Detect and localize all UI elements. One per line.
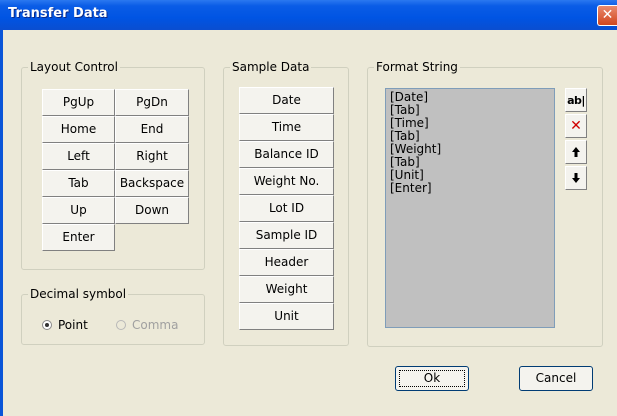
format-string-legend: Format String bbox=[376, 60, 458, 74]
weight-no-button[interactable]: Weight No. bbox=[239, 168, 334, 195]
unit-button[interactable]: Unit bbox=[239, 303, 334, 330]
move-up-button[interactable] bbox=[565, 140, 587, 164]
format-line[interactable]: [Enter] bbox=[390, 182, 550, 195]
decimal-symbol-legend: Decimal symbol bbox=[30, 287, 127, 301]
ab-text-icon: ab| bbox=[567, 93, 585, 107]
header-button[interactable]: Header bbox=[239, 249, 334, 276]
delete-x-icon: ✕ bbox=[570, 118, 582, 134]
left-button[interactable]: Left bbox=[42, 143, 115, 170]
comma-radio-label: Comma bbox=[132, 318, 179, 332]
delete-button[interactable]: ✕ bbox=[565, 114, 587, 138]
pgup-button[interactable]: PgUp bbox=[42, 89, 115, 116]
cancel-button[interactable]: Cancel bbox=[519, 366, 593, 391]
insert-text-button[interactable]: ab| bbox=[565, 88, 587, 112]
sample-data-legend: Sample Data bbox=[232, 60, 310, 74]
up-button[interactable]: Up bbox=[42, 197, 115, 224]
lot-id-button[interactable]: Lot ID bbox=[239, 195, 334, 222]
right-button[interactable]: Right bbox=[115, 143, 189, 170]
dialog-client: Layout Control PgUp PgDn Home End Left R… bbox=[3, 30, 617, 416]
window-title: Transfer Data bbox=[8, 6, 108, 21]
point-radio[interactable] bbox=[42, 320, 52, 330]
home-button[interactable]: Home bbox=[42, 116, 115, 143]
move-up-icon bbox=[572, 147, 580, 157]
move-down-icon bbox=[572, 173, 580, 183]
enter-button[interactable]: Enter bbox=[42, 224, 115, 251]
ok-button[interactable]: Ok bbox=[395, 366, 469, 391]
backspace-button[interactable]: Backspace bbox=[115, 170, 189, 197]
tab-button[interactable]: Tab bbox=[42, 170, 115, 197]
dialog-window: Transfer Data ✕ Layout Control PgUp PgDn… bbox=[0, 0, 617, 416]
balance-id-button[interactable]: Balance ID bbox=[239, 141, 334, 168]
down-button[interactable]: Down bbox=[115, 197, 189, 224]
point-radio-label: Point bbox=[58, 318, 88, 332]
pgdn-button[interactable]: PgDn bbox=[115, 89, 189, 116]
comma-radio bbox=[116, 320, 126, 330]
sample-id-button[interactable]: Sample ID bbox=[239, 222, 334, 249]
weight-button[interactable]: Weight bbox=[239, 276, 334, 303]
date-button[interactable]: Date bbox=[239, 87, 334, 114]
decimal-symbol-group: Decimal symbol bbox=[21, 287, 205, 345]
close-icon: ✕ bbox=[601, 7, 614, 23]
comma-radio-option: Comma bbox=[116, 318, 178, 332]
move-down-button[interactable] bbox=[565, 166, 587, 190]
layout-control-legend: Layout Control bbox=[30, 60, 118, 74]
title-bar[interactable]: Transfer Data ✕ bbox=[0, 0, 617, 30]
close-button[interactable]: ✕ bbox=[597, 5, 617, 26]
format-string-list[interactable]: [Date] [Tab] [Time] [Tab] [Weight] [Tab]… bbox=[385, 88, 555, 328]
time-button[interactable]: Time bbox=[239, 114, 334, 141]
end-button[interactable]: End bbox=[115, 116, 189, 143]
point-radio-option[interactable]: Point bbox=[42, 318, 88, 332]
